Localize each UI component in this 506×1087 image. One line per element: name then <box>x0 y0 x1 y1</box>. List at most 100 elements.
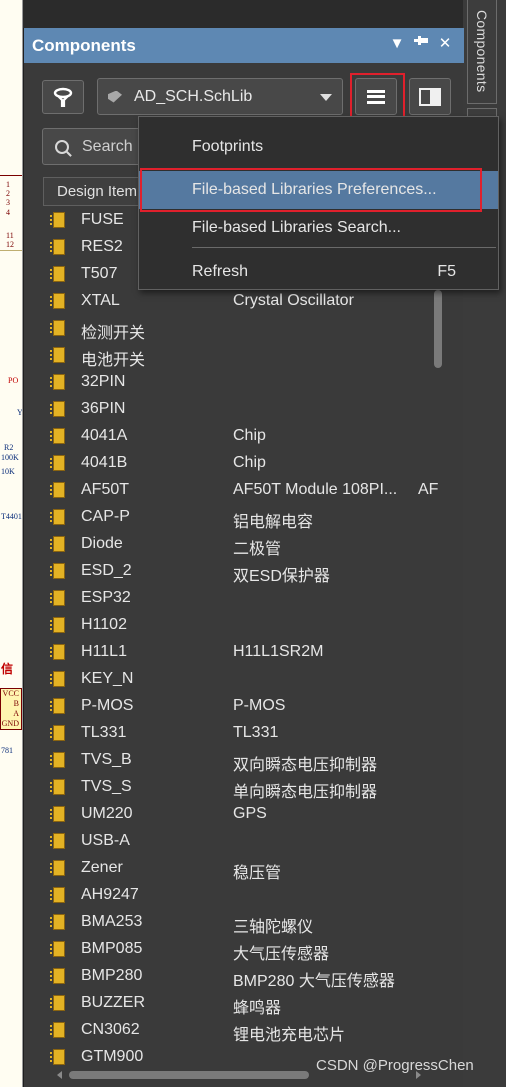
side-tab-label: Components <box>474 10 490 93</box>
table-row[interactable]: TL331 TL331 <box>43 720 443 747</box>
menu-item-label: File-based Libraries Search... <box>192 219 401 236</box>
schematic-pin: 3 <box>6 198 10 207</box>
schematic-component: VCC B A GND <box>0 688 22 730</box>
component-description: TL331 <box>233 724 279 741</box>
table-row[interactable]: BUZZER 蜂鸣器 <box>43 990 443 1017</box>
table-row[interactable]: Zener 稳压管 <box>43 855 443 882</box>
component-icon <box>50 968 65 984</box>
schematic-label: 10K <box>1 467 15 476</box>
horizontal-scrollbar[interactable] <box>69 1071 309 1079</box>
search-placeholder: Search <box>82 137 133 155</box>
component-description: P-MOS <box>233 697 286 714</box>
side-tab-components[interactable]: Components <box>467 0 497 104</box>
toggle-details-button[interactable] <box>409 78 451 115</box>
table-row[interactable]: 电池开关 <box>43 342 443 369</box>
table-row[interactable]: CN3062 锂电池充电芯片 <box>43 1017 443 1044</box>
schematic-label: 信 <box>1 662 14 676</box>
component-icon <box>50 563 65 579</box>
table-body: FUSE RES2 T507 XTAL Crystal Oscillator 检测开关 电池… <box>43 207 443 1071</box>
schematic-wire <box>0 250 22 251</box>
table-row[interactable]: ESD_2 双ESD保护器 <box>43 558 443 585</box>
annotation-highlight-box <box>140 168 482 212</box>
table-row[interactable]: USB-A <box>43 828 443 855</box>
vertical-scrollbar[interactable] <box>434 290 442 368</box>
component-name: CN3062 <box>81 1021 140 1038</box>
component-description: AF50T Module 108PI... <box>233 481 398 498</box>
schematic-box-pin: A <box>13 709 19 718</box>
component-name: BUZZER <box>81 994 145 1011</box>
component-description: 大气压传感器 <box>233 946 330 963</box>
table-row[interactable]: Diode 二极管 <box>43 531 443 558</box>
component-name: ESD_2 <box>81 562 132 579</box>
component-name: Diode <box>81 535 123 552</box>
component-description: 三轴陀螺仪 <box>233 919 314 936</box>
component-name: UM220 <box>81 805 133 822</box>
table-row[interactable]: H1102 <box>43 612 443 639</box>
component-description: H11L1SR2M <box>233 643 324 660</box>
component-description: 二极管 <box>233 541 282 558</box>
menu-item-refresh[interactable]: Refresh F5 <box>139 253 498 291</box>
schematic-canvas[interactable]: 1 2 3 4 11 12 PO Y R2 100K 10K T4401 信 V… <box>0 0 23 1087</box>
component-name: ESP32 <box>81 589 131 606</box>
component-name: T507 <box>81 265 118 282</box>
component-name: GTM900 <box>81 1048 144 1065</box>
schematic-pin: 2 <box>6 189 10 198</box>
component-description: 锂电池充电芯片 <box>233 1027 346 1044</box>
component-icon <box>50 374 65 390</box>
component-icon <box>50 617 65 633</box>
table-row[interactable]: UM220 GPS <box>43 801 443 828</box>
table-row[interactable]: BMP085 大气压传感器 <box>43 936 443 963</box>
filter-icon <box>53 87 73 107</box>
component-name: 36PIN <box>81 400 126 417</box>
component-name: RES2 <box>81 238 123 255</box>
component-icon <box>50 752 65 768</box>
schematic-label: 100K <box>1 453 19 462</box>
table-row[interactable]: 36PIN <box>43 396 443 423</box>
table-row[interactable]: H11L1 H11L1SR2M <box>43 639 443 666</box>
table-row[interactable]: XTAL Crystal Oscillator <box>43 288 443 315</box>
schematic-label: T4401 <box>1 512 22 521</box>
component-icon <box>50 644 65 660</box>
component-name: Zener <box>81 859 123 876</box>
panel-dropdown-menu: Footprints File-based Libraries Preferen… <box>138 116 499 290</box>
panel-menu-icon[interactable]: ▼ <box>388 35 406 52</box>
filter-button[interactable] <box>42 80 84 114</box>
component-icon <box>50 860 65 876</box>
menu-item-label: Footprints <box>192 138 264 155</box>
menu-item-libraries-search[interactable]: File-based Libraries Search... <box>139 209 498 247</box>
library-select[interactable]: AD_SCH.SchLib <box>97 78 343 115</box>
component-name: AF50T <box>81 481 130 498</box>
pin-icon[interactable] <box>412 34 430 52</box>
table-row[interactable]: TVS_S 单向瞬态电压抑制器 <box>43 774 443 801</box>
table-row[interactable]: KEY_N <box>43 666 443 693</box>
menu-item-footprints[interactable]: Footprints <box>139 128 498 166</box>
menu-item-shortcut: F5 <box>437 263 456 280</box>
component-description: GPS <box>233 805 267 822</box>
table-row[interactable]: TVS_B 双向瞬态电压抑制器 <box>43 747 443 774</box>
menu-item-label: Refresh <box>192 263 249 280</box>
table-row[interactable]: CAP-P 铝电解电容 <box>43 504 443 531</box>
panel-title: Components <box>32 35 136 55</box>
panel-titlebar[interactable]: Components ▼ ✕ <box>24 28 464 63</box>
component-name: KEY_N <box>81 670 134 687</box>
table-row[interactable]: AF50T AF50T Module 108PI... AF <box>43 477 443 504</box>
component-name: H11L1 <box>81 643 127 660</box>
close-icon[interactable]: ✕ <box>436 34 454 52</box>
table-row[interactable]: 4041A Chip <box>43 423 443 450</box>
table-row[interactable]: P-MOS P-MOS <box>43 693 443 720</box>
scroll-left-arrow[interactable] <box>57 1071 62 1079</box>
table-row[interactable]: ESP32 <box>43 585 443 612</box>
panel-title-controls: ▼ ✕ <box>388 34 454 53</box>
table-row[interactable]: 检测开关 <box>43 315 443 342</box>
table-row[interactable]: 4041B Chip <box>43 450 443 477</box>
table-row[interactable]: BMA253 三轴陀螺仪 <box>43 909 443 936</box>
column-header-label: Design Item <box>57 183 138 200</box>
table-row[interactable]: BMP280 BMP280 大气压传感器 <box>43 963 443 990</box>
component-name: 4041A <box>81 427 128 444</box>
table-row[interactable]: 32PIN <box>43 369 443 396</box>
component-icon <box>50 1022 65 1038</box>
library-name: AD_SCH.SchLib <box>134 87 253 105</box>
component-icon <box>50 941 65 957</box>
component-name: FUSE <box>81 211 124 228</box>
table-row[interactable]: AH9247 <box>43 882 443 909</box>
